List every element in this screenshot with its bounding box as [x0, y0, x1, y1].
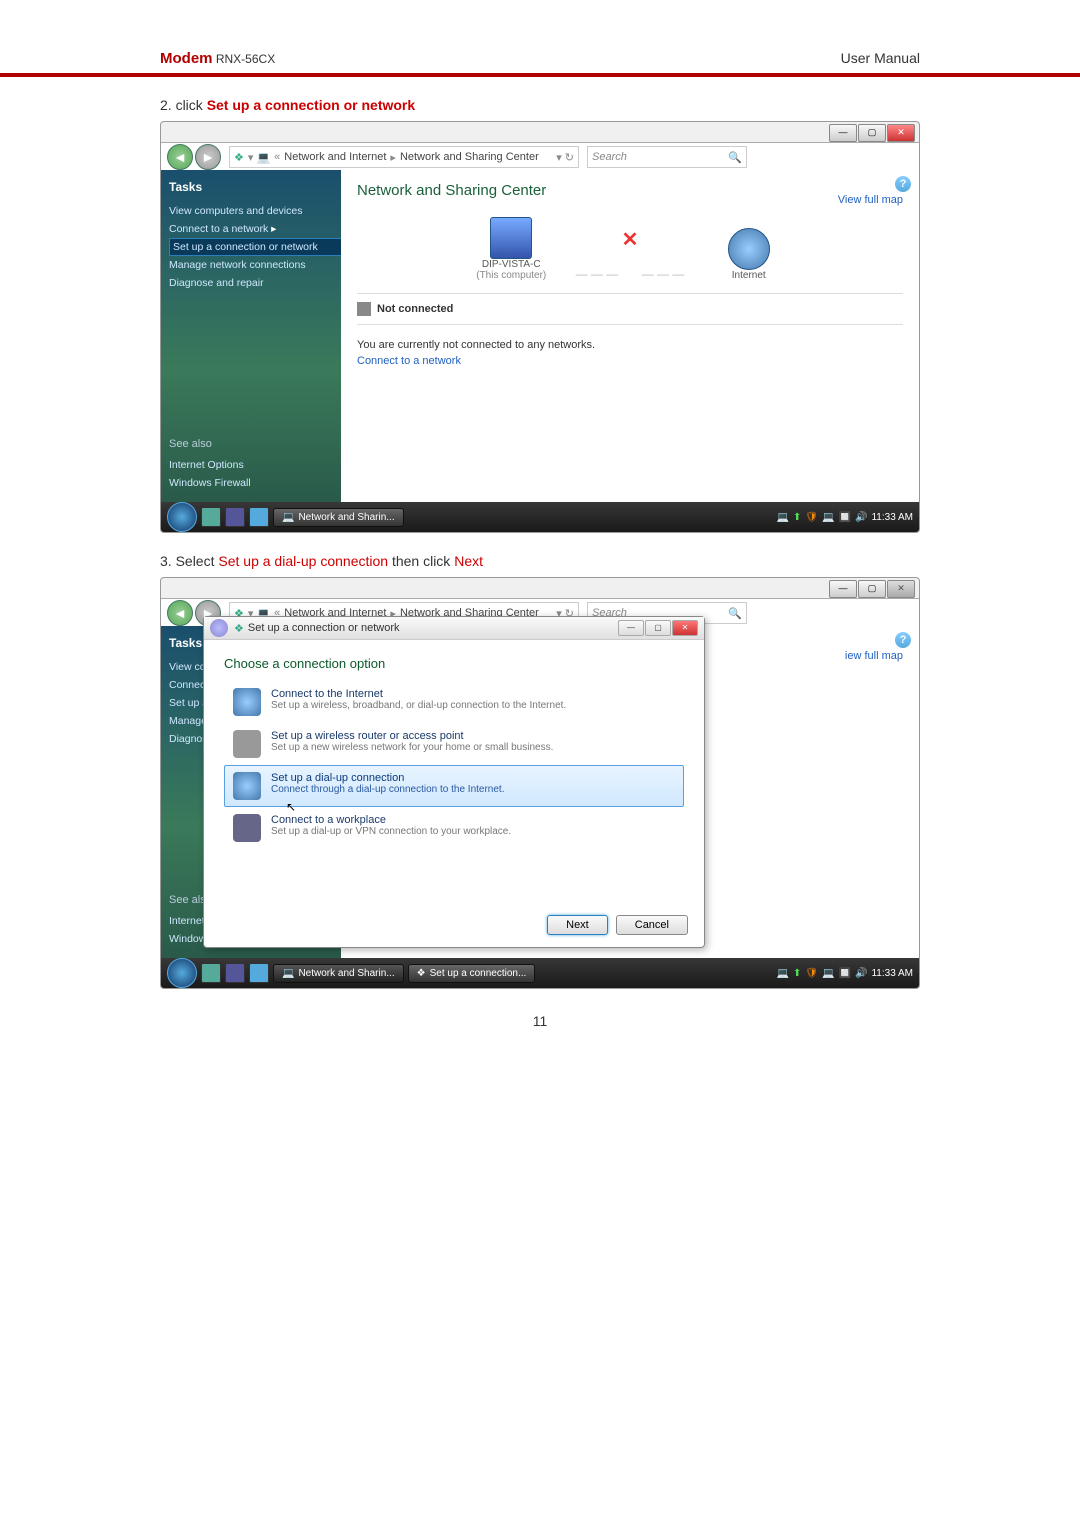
minimize-button[interactable]: — — [829, 124, 857, 142]
breadcrumb-p2: Network and Sharing Center — [400, 151, 539, 163]
task-view-computers[interactable]: View computers and devices — [169, 202, 349, 220]
cursor-icon: ↖ — [286, 800, 296, 814]
taskbar: 💻 Network and Sharin... 💻⬆🛡💻🔲🔊 11:33 AM — [161, 502, 919, 532]
clock: 11:33 AM — [871, 968, 913, 979]
breadcrumb[interactable]: ❖ ▾ 💻 « Network and Internet ▸ Network a… — [229, 146, 579, 168]
quicklaunch-2[interactable] — [225, 963, 245, 983]
system-tray: 💻⬆🛡💻🔲🔊 11:33 AM — [777, 512, 913, 523]
header-brand: Modem — [160, 50, 213, 67]
maximize-button[interactable]: ▢ — [858, 124, 886, 142]
start-button[interactable] — [167, 958, 197, 988]
pc-name: DIP-VISTA-C — [482, 259, 541, 270]
see-also-title: See also — [169, 438, 251, 450]
clock: 11:33 AM — [871, 512, 913, 523]
quicklaunch-1[interactable] — [201, 507, 221, 527]
screenshot-1: — ▢ ✕ ◄ ► ❖ ▾ 💻 « Network and Internet ▸… — [160, 121, 920, 533]
quicklaunch-3[interactable] — [249, 507, 269, 527]
maximize-button[interactable]: ▢ — [858, 580, 886, 598]
router-icon — [233, 730, 261, 758]
link-internet-options[interactable]: Internet Options — [169, 456, 251, 474]
help-icon[interactable]: ? — [895, 632, 911, 648]
view-full-map-cut[interactable]: iew full map — [845, 650, 903, 662]
pc-icon — [490, 217, 532, 259]
wizard-close[interactable]: ✕ — [672, 620, 698, 636]
step-2-prefix: 2. click — [160, 97, 207, 113]
window-controls: — ▢ ✕ — [828, 124, 915, 142]
option-dialup[interactable]: Set up a dial-up connectionConnect throu… — [224, 765, 684, 807]
help-icon[interactable]: ? — [895, 176, 911, 192]
search-placeholder: Search — [592, 151, 627, 163]
taskbar-app-network[interactable]: 💻 Network and Sharin... — [273, 964, 404, 983]
wizard-back-button[interactable] — [210, 619, 228, 637]
network-map: DIP-VISTA-C(This computer) — — — ✕ — — —… — [357, 217, 903, 281]
connect-network-link[interactable]: Connect to a network — [357, 355, 903, 367]
taskbar-2: 💻 Network and Sharin... ❖ Set up a conne… — [161, 958, 919, 988]
navbar: ◄ ► ❖ ▾ 💻 « Network and Internet ▸ Netwo… — [161, 142, 919, 172]
this-computer-label: (This computer) — [476, 270, 546, 281]
dialup-icon — [233, 772, 261, 800]
breadcrumb-prefix: « — [274, 151, 280, 163]
tasks-title: Tasks — [169, 180, 349, 194]
step-3-action1: Set up a dial-up connection — [218, 553, 388, 569]
forward-button[interactable]: ► — [195, 144, 221, 170]
back-button[interactable]: ◄ — [167, 600, 193, 626]
start-button[interactable] — [167, 502, 197, 532]
wizard-minimize[interactable]: — — [618, 620, 644, 636]
step-2: 2. click Set up a connection or network — [0, 77, 1080, 121]
taskbar-app-setup[interactable]: ❖ Set up a connection... — [408, 964, 536, 983]
quicklaunch-2[interactable] — [225, 507, 245, 527]
link-windows-firewall[interactable]: Windows Firewall — [169, 474, 251, 492]
task-connect-network[interactable]: Connect to a network ▸ — [169, 220, 349, 238]
task-setup-connection[interactable]: Set up a connection or network — [169, 238, 349, 256]
task-manage-connections[interactable]: Manage network connections — [169, 256, 349, 274]
page-number: 11 — [0, 1013, 1080, 1029]
globe-icon — [233, 688, 261, 716]
screenshot-2: — ▢ ✕ ◄ ► ❖ ▾ 💻 « Network and Internet ▸… — [160, 577, 920, 989]
next-button[interactable]: Next — [547, 915, 608, 935]
taskbar-app-network[interactable]: 💻 Network and Sharin... — [273, 508, 404, 527]
quicklaunch-3[interactable] — [249, 963, 269, 983]
step-3: 3. Select Set up a dial-up connection th… — [0, 533, 1080, 577]
network-status-icon — [357, 302, 371, 316]
status-message: You are currently not connected to any n… — [357, 339, 903, 367]
wizard-maximize[interactable]: ▢ — [645, 620, 671, 636]
wizard-titlebar: ❖ Set up a connection or network — ▢ ✕ — [204, 617, 704, 640]
option-connect-internet[interactable]: Connect to the InternetSet up a wireless… — [224, 681, 684, 723]
not-connected-status: Not connected — [357, 293, 903, 325]
task-diagnose-repair[interactable]: Diagnose and repair — [169, 274, 349, 292]
wizard-heading: Choose a connection option — [224, 656, 684, 671]
header-user-manual: User Manual — [841, 50, 920, 66]
tasks-panel: Tasks View computers and devices Connect… — [161, 170, 357, 502]
system-tray: 💻⬆🛡💻🔲🔊 11:33 AM — [777, 968, 913, 979]
close-button[interactable]: ✕ — [887, 124, 915, 142]
step-3-action2: Next — [454, 553, 483, 569]
minimize-button[interactable]: — — [829, 580, 857, 598]
quicklaunch-1[interactable] — [201, 963, 221, 983]
back-button[interactable]: ◄ — [167, 144, 193, 170]
option-wireless-router[interactable]: Set up a wireless router or access point… — [224, 723, 684, 765]
search-icon: 🔍 — [728, 607, 742, 620]
header-model: RNX-56CX — [216, 52, 275, 66]
view-full-map-link[interactable]: View full map — [838, 194, 903, 206]
breadcrumb-p1: Network and Internet — [284, 151, 386, 163]
disconnected-icon: ✕ — [622, 227, 639, 252]
wizard-dialog: ❖ Set up a connection or network — ▢ ✕ C… — [203, 616, 705, 948]
page-title: Network and Sharing Center — [357, 182, 903, 199]
internet-label: Internet — [688, 270, 810, 281]
step-2-action: Set up a connection or network — [207, 97, 415, 113]
window-controls-2: — ▢ ✕ — [828, 580, 915, 598]
wizard-title: Set up a connection or network — [248, 622, 400, 634]
search-input[interactable]: Search 🔍 — [587, 146, 747, 168]
cancel-button[interactable]: Cancel — [616, 915, 688, 935]
content-area: ? Network and Sharing Center View full m… — [341, 170, 919, 502]
internet-icon — [728, 228, 770, 270]
search-icon: 🔍 — [728, 151, 742, 164]
close-button[interactable]: ✕ — [887, 580, 915, 598]
workplace-icon — [233, 814, 261, 842]
